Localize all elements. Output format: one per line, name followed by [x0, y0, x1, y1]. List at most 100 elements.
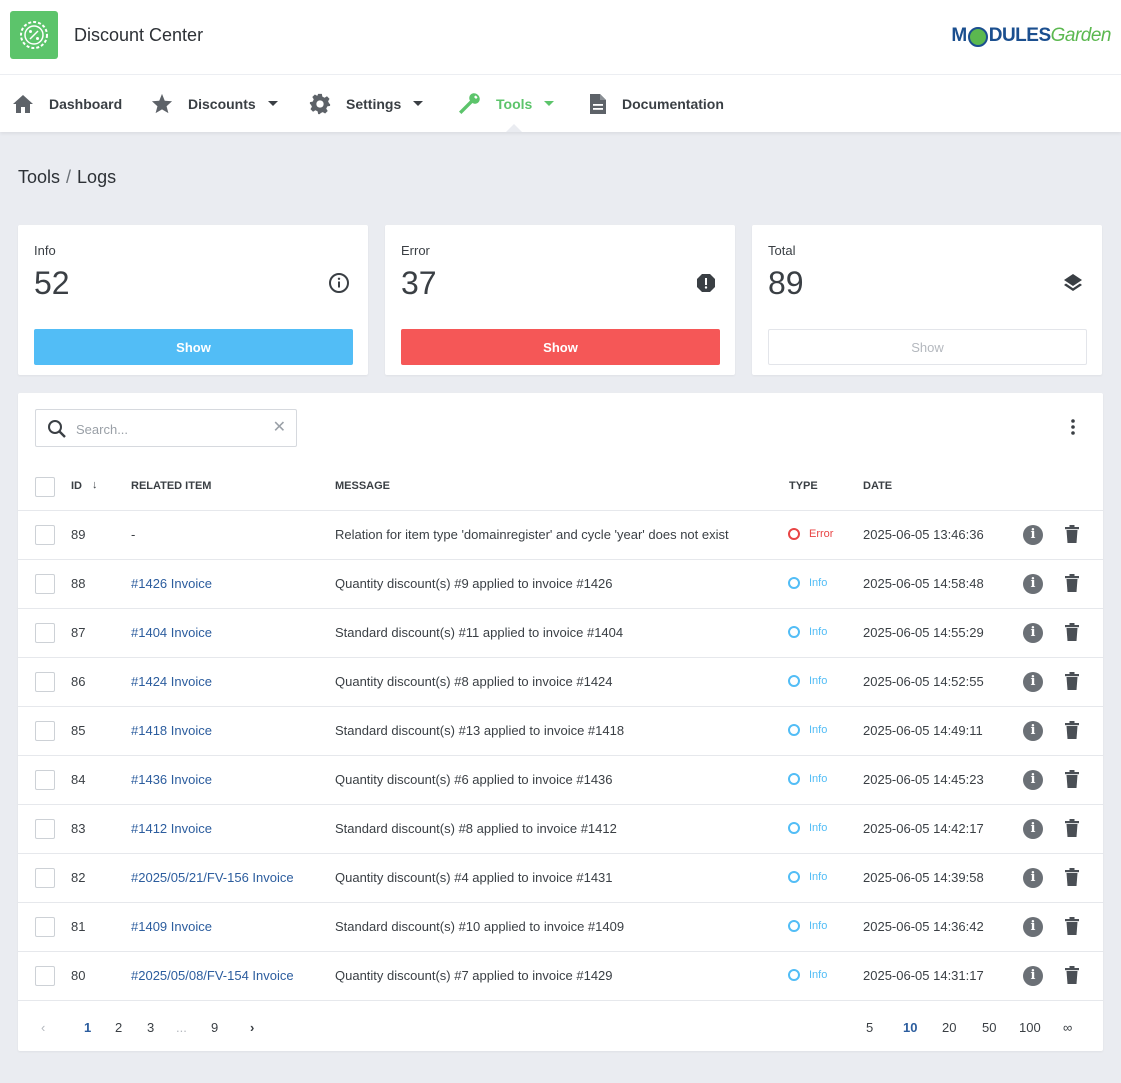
- row-related-item[interactable]: #1426 Invoice: [131, 576, 212, 591]
- column-header-related-item[interactable]: RELATED ITEM: [131, 480, 211, 492]
- select-all-checkbox[interactable]: [35, 477, 55, 497]
- info-icon[interactable]: i: [1023, 525, 1043, 545]
- row-type-label: Info: [809, 969, 828, 981]
- show-error-button[interactable]: Show: [401, 329, 720, 365]
- row-id: 86: [71, 674, 86, 689]
- trash-icon[interactable]: [1065, 721, 1079, 742]
- error-stat-label: Error: [401, 243, 430, 258]
- per-page-20[interactable]: 20: [942, 1020, 956, 1035]
- info-icon[interactable]: i: [1023, 819, 1043, 839]
- info-icon[interactable]: i: [1023, 770, 1043, 790]
- nav-discounts-label: Discounts: [188, 95, 256, 112]
- nav-documentation[interactable]: Documentation: [589, 75, 724, 132]
- clear-search-button[interactable]: ✕: [273, 420, 286, 436]
- info-icon[interactable]: i: [1023, 721, 1043, 741]
- column-header-date[interactable]: DATE: [863, 480, 892, 492]
- row-message: Quantity discount(s) #9 applied to invoi…: [335, 576, 613, 591]
- more-options-icon[interactable]: [1071, 419, 1075, 435]
- row-date: 2025-06-05 13:46:36: [863, 527, 984, 542]
- info-icon[interactable]: i: [1023, 672, 1043, 692]
- row-date: 2025-06-05 14:31:17: [863, 968, 984, 983]
- row-type-badge: Info: [788, 675, 827, 687]
- row-checkbox[interactable]: [35, 623, 55, 643]
- total-stat-card: Total 89 Show: [752, 225, 1102, 375]
- row-checkbox[interactable]: [35, 770, 55, 790]
- column-header-type[interactable]: TYPE: [789, 480, 818, 492]
- modulesgarden-logo[interactable]: M DULES Garden: [951, 22, 1112, 50]
- per-page-10[interactable]: 10: [903, 1020, 917, 1035]
- main-nav: Dashboard Discounts Settings Tools Docum…: [0, 75, 1121, 132]
- row-related-item[interactable]: #1404 Invoice: [131, 625, 212, 640]
- row-checkbox[interactable]: [35, 966, 55, 986]
- row-type-label: Info: [809, 626, 828, 638]
- trash-icon[interactable]: [1065, 525, 1079, 546]
- per-page-50[interactable]: 50: [982, 1020, 996, 1035]
- row-related-item[interactable]: #1418 Invoice: [131, 723, 212, 738]
- nav-settings-label: Settings: [346, 95, 402, 112]
- info-icon[interactable]: i: [1023, 966, 1043, 986]
- breadcrumb-separator: /: [66, 167, 72, 187]
- page-button-3[interactable]: 3: [147, 1020, 154, 1035]
- column-header-message[interactable]: MESSAGE: [335, 480, 390, 492]
- show-info-button[interactable]: Show: [34, 329, 353, 365]
- search-input[interactable]: [76, 419, 266, 439]
- row-id: 80: [71, 968, 86, 983]
- total-stat-value: 89: [768, 265, 804, 301]
- status-ring-icon: [788, 675, 800, 687]
- row-checkbox[interactable]: [35, 917, 55, 937]
- table-header: ID ↓ RELATED ITEM MESSAGE TYPE DATE: [18, 463, 1103, 511]
- trash-icon[interactable]: [1065, 868, 1079, 889]
- row-related-item[interactable]: #1436 Invoice: [131, 772, 212, 787]
- page-button-2[interactable]: 2: [115, 1020, 122, 1035]
- nav-dashboard[interactable]: Dashboard: [12, 75, 122, 132]
- row-date: 2025-06-05 14:39:58: [863, 870, 984, 885]
- status-ring-icon: [788, 528, 800, 540]
- page-button-1[interactable]: 1: [84, 1020, 91, 1035]
- row-checkbox[interactable]: [35, 672, 55, 692]
- wrench-icon: [459, 92, 480, 114]
- sort-desc-icon[interactable]: ↓: [92, 479, 98, 491]
- trash-icon[interactable]: [1065, 819, 1079, 840]
- row-type-badge: Info: [788, 773, 827, 785]
- breadcrumb-parent[interactable]: Tools: [18, 167, 60, 187]
- column-header-id[interactable]: ID: [71, 480, 82, 492]
- row-related-item[interactable]: #2025/05/08/FV-154 Invoice: [131, 968, 294, 983]
- show-total-button[interactable]: Show: [768, 329, 1087, 365]
- info-icon[interactable]: i: [1023, 917, 1043, 937]
- row-date: 2025-06-05 14:45:23: [863, 772, 984, 787]
- status-ring-icon: [788, 871, 800, 883]
- trash-icon[interactable]: [1065, 623, 1079, 644]
- brand-text-dules: DULES: [988, 25, 1051, 46]
- trash-icon[interactable]: [1065, 917, 1079, 938]
- table-row: 81 #1409 Invoice Standard discount(s) #10 …: [18, 903, 1103, 952]
- row-checkbox[interactable]: [35, 525, 55, 545]
- row-related-item[interactable]: #1412 Invoice: [131, 821, 212, 836]
- row-checkbox[interactable]: [35, 868, 55, 888]
- row-related-item[interactable]: #2025/05/21/FV-156 Invoice: [131, 870, 294, 885]
- per-page-100[interactable]: 100: [1019, 1020, 1041, 1035]
- trash-icon[interactable]: [1065, 574, 1079, 595]
- per-page-5[interactable]: 5: [866, 1020, 873, 1035]
- row-checkbox[interactable]: [35, 819, 55, 839]
- info-stat-label: Info: [34, 243, 56, 258]
- row-checkbox[interactable]: [35, 721, 55, 741]
- next-page-button[interactable]: ›: [250, 1020, 254, 1035]
- app-logo[interactable]: [10, 11, 58, 59]
- row-id: 87: [71, 625, 86, 640]
- info-icon[interactable]: i: [1023, 623, 1043, 643]
- trash-icon[interactable]: [1065, 966, 1079, 987]
- info-icon[interactable]: i: [1023, 868, 1043, 888]
- trash-icon[interactable]: [1065, 672, 1079, 693]
- row-related-item[interactable]: #1424 Invoice: [131, 674, 212, 689]
- prev-page-button[interactable]: ‹: [41, 1020, 45, 1035]
- nav-discounts[interactable]: Discounts: [151, 75, 278, 132]
- info-icon[interactable]: i: [1023, 574, 1043, 594]
- nav-settings[interactable]: Settings: [309, 75, 424, 132]
- trash-icon[interactable]: [1065, 770, 1079, 791]
- row-type-label: Info: [809, 724, 828, 736]
- row-related-item[interactable]: #1409 Invoice: [131, 919, 212, 934]
- row-checkbox[interactable]: [35, 574, 55, 594]
- page-button-9[interactable]: 9: [211, 1020, 218, 1035]
- per-page-all[interactable]: ∞: [1063, 1020, 1072, 1035]
- layers-icon: [1064, 274, 1082, 291]
